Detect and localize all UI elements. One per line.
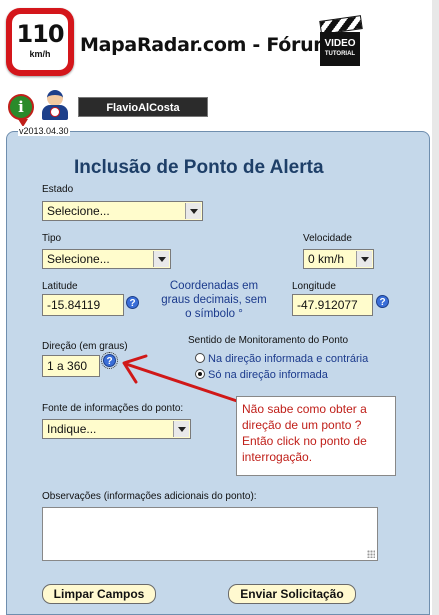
longitude-help-icon[interactable]: ?: [376, 295, 389, 308]
version-label: v2013.04.30: [18, 126, 70, 136]
velocidade-select[interactable]: 0 km/h: [303, 249, 374, 269]
speed-limit-logo[interactable]: 110 km/h: [6, 8, 74, 76]
clapperboard-body: VIDEO TUTORIAL: [320, 32, 360, 66]
site-title: MapaRadar.com - Fórum: [80, 34, 333, 56]
direcao-input[interactable]: 1 a 360: [42, 355, 100, 377]
chevron-down-icon[interactable]: [153, 251, 169, 267]
form-title: Inclusão de Ponto de Alerta: [74, 157, 324, 178]
velocidade-value: 0 km/h: [308, 252, 345, 266]
chevron-down-icon[interactable]: [356, 251, 372, 267]
fonte-select[interactable]: Indique...: [42, 419, 191, 439]
logo-number: 110: [16, 20, 64, 48]
sentido-label: Sentido de Monitoramento do Ponto: [188, 335, 349, 346]
observacoes-label: Observações (informações adicionais do p…: [42, 491, 257, 502]
fonte-label: Fonte de informações do ponto:: [42, 403, 184, 414]
latitude-label: Latitude: [42, 281, 78, 292]
latitude-help-icon[interactable]: ?: [126, 296, 139, 309]
direcao-label: Direção (em graus): [42, 341, 128, 352]
page-edge: [432, 0, 439, 615]
chevron-down-icon[interactable]: [185, 203, 201, 219]
red-arrow-annotation: [122, 354, 242, 404]
fonte-value: Indique...: [47, 422, 97, 436]
username-bar[interactable]: FlavioAlCosta: [78, 97, 208, 117]
tipo-label: Tipo: [42, 233, 62, 244]
velocidade-label: Velocidade: [303, 233, 352, 244]
video-sub-label: TUTORIAL: [324, 51, 356, 57]
video-tutorial-icon[interactable]: VIDEO TUTORIAL: [318, 15, 363, 68]
estado-value: Selecione...: [47, 204, 110, 218]
tipo-select[interactable]: Selecione...: [42, 249, 171, 269]
help-callout: Não sabe como obter a direção de um pont…: [236, 396, 396, 476]
estado-select[interactable]: Selecione...: [42, 201, 203, 221]
user-avatar-icon[interactable]: [42, 90, 68, 120]
chevron-down-icon[interactable]: [173, 421, 189, 437]
clear-fields-button[interactable]: Limpar Campos: [42, 584, 156, 604]
latitude-input[interactable]: -15.84119: [42, 294, 124, 316]
avatar-badge: [50, 107, 60, 117]
estado-label: Estado: [42, 184, 74, 195]
coordinate-hint: Coordenadas em graus decimais, sem o sím…: [161, 280, 267, 320]
logo-face: 110 km/h: [12, 14, 68, 70]
arrow-shaft: [124, 362, 242, 404]
longitude-input[interactable]: -47.912077: [292, 294, 373, 316]
logo-unit: km/h: [29, 49, 51, 59]
info-pin-icon[interactable]: i: [8, 94, 34, 127]
tipo-value: Selecione...: [47, 252, 110, 266]
submit-request-button[interactable]: Enviar Solicitação: [228, 584, 356, 604]
avatar-head: [47, 90, 63, 106]
longitude-label: Longitude: [292, 281, 336, 292]
video-label: VIDEO: [324, 38, 356, 49]
resize-grip-icon[interactable]: [367, 550, 375, 558]
observacoes-textarea[interactable]: [42, 507, 378, 561]
